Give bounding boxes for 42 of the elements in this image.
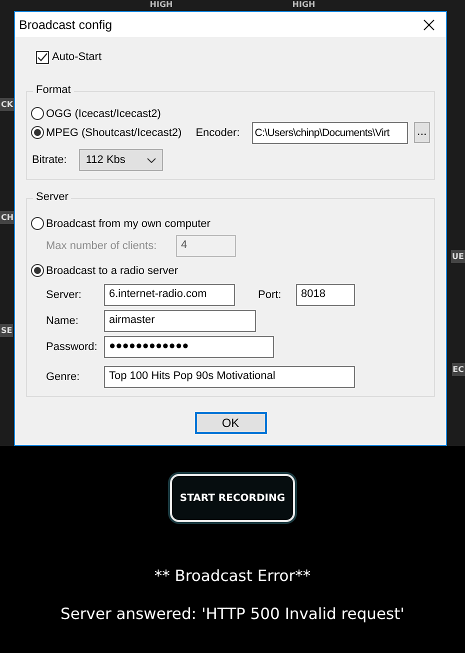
knob-label: HIGH — [150, 0, 173, 11]
radio-label: OGG (Icecast/Icecast2) — [46, 108, 161, 120]
text-field[interactable]: ●●●●●●●●●●●● — [104, 336, 274, 358]
checkbox-label: Auto-Start — [52, 51, 102, 63]
ok-button[interactable]: OK — [194, 412, 266, 434]
panel-label: EC — [452, 363, 465, 376]
radio-label: MPEG (Shoutcast/Icecast2) — [46, 126, 182, 138]
browse-button[interactable]: ... — [414, 122, 430, 143]
radio-label: Broadcast to a radio server — [46, 264, 178, 276]
start-recording-button[interactable]: START RECORDING — [170, 474, 295, 522]
group-legend: Format — [33, 84, 74, 96]
error-title: ** Broadcast Error** — [154, 567, 311, 585]
panel-label: UE — [451, 250, 465, 263]
auto-start-checkbox[interactable] — [36, 50, 49, 64]
port-label: Port: — [258, 289, 282, 301]
max-clients-label: Max number of clients: — [46, 240, 158, 252]
knob-label: HIGH — [292, 0, 316, 11]
text-field[interactable]: airmaster — [104, 310, 256, 332]
panel-label: SE — [0, 324, 14, 337]
error-message: Server answered: 'HTTP 500 Invalid request' — [60, 605, 404, 623]
group-legend: Server — [33, 191, 72, 203]
bitrate-label: Bitrate: — [32, 154, 67, 166]
panel-label: CH — [0, 211, 15, 224]
field-label: Genre: — [46, 371, 81, 383]
radio-button[interactable] — [31, 217, 44, 230]
port-field[interactable]: 8018 — [296, 284, 355, 306]
text-field[interactable]: Top 100 Hits Pop 90s Motivational — [104, 366, 355, 388]
field-label: Name: — [46, 315, 80, 327]
text-field[interactable]: 6.internet-radio.com — [104, 284, 235, 306]
chevron-down-icon — [146, 158, 156, 162]
encoder-label: Encoder: — [196, 126, 240, 138]
bitrate-select[interactable]: 112 Kbs — [78, 149, 163, 171]
radio-button[interactable] — [31, 107, 44, 120]
window-title: Broadcast config — [19, 18, 112, 32]
encoder-field[interactable]: C:\Users\chinp\Documents\Virt — [252, 122, 408, 144]
radio-button[interactable] — [31, 264, 44, 277]
panel-label: CK — [0, 98, 14, 111]
field-label: Server: — [46, 289, 82, 301]
radio-button[interactable] — [31, 126, 44, 139]
radio-label: Broadcast from my own computer — [46, 218, 210, 230]
close-icon — [423, 18, 435, 30]
field-label: Password: — [46, 341, 98, 353]
